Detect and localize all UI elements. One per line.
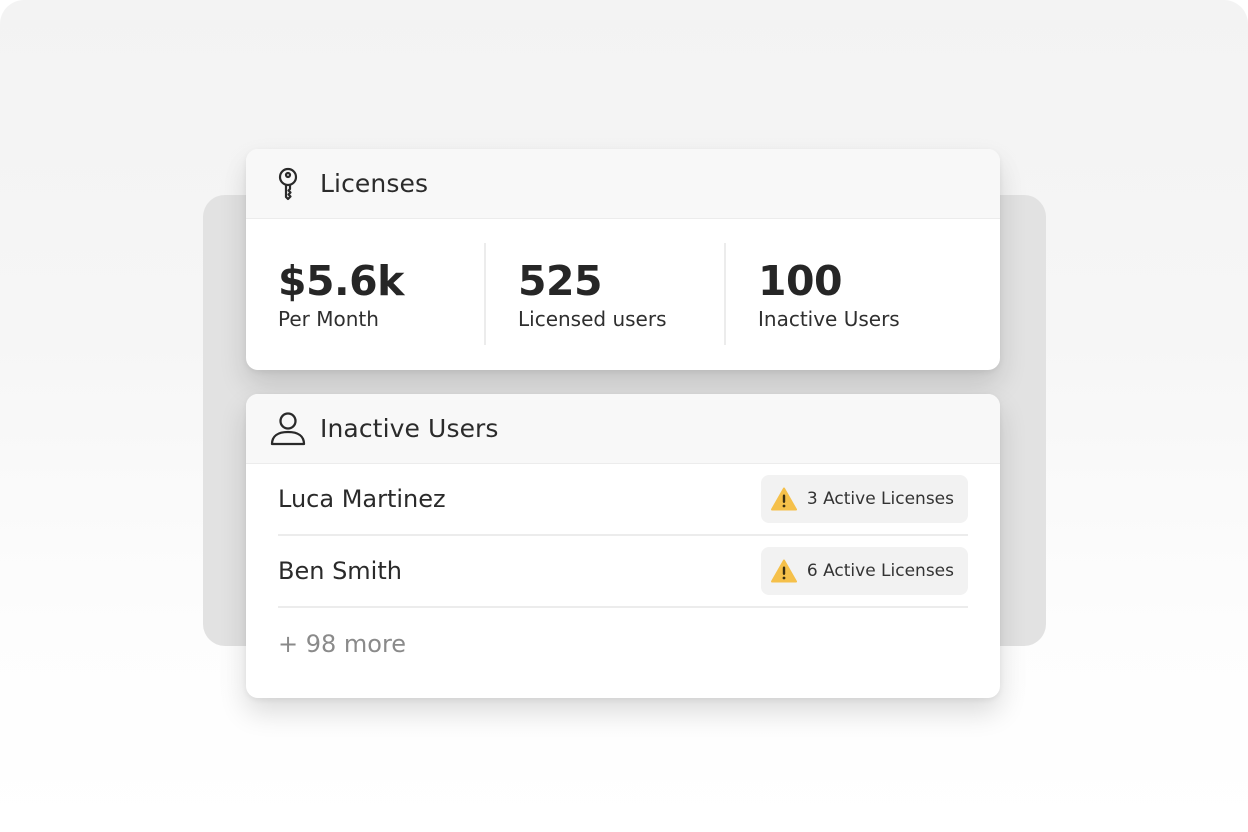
badge-text: 6 Active Licenses [806,561,954,581]
badge-text: 3 Active Licenses [806,489,954,509]
stat-licensed-users: 525 Licensed users [486,243,726,345]
user-name: Ben Smith [278,557,402,585]
active-licenses-badge[interactable]: 6 Active Licenses [760,547,968,595]
stat-label: Licensed users [518,307,667,331]
inactive-user-list: Luca Martinez 3 Active Licenses Ben Smit… [246,464,1000,680]
active-licenses-badge[interactable]: 3 Active Licenses [760,475,968,523]
user-icon [268,409,308,449]
license-stats: $5.6k Per Month 525 Licensed users 100 I… [246,219,1000,369]
stat-value: $5.6k [278,257,404,305]
licenses-card: Licenses $5.6k Per Month 525 Licensed us… [246,149,1000,370]
warning-icon [770,486,797,512]
stat-value: 525 [518,257,603,305]
stat-per-month: $5.6k Per Month [246,243,486,345]
inactive-users-card-header: Inactive Users [246,394,1000,464]
list-item[interactable]: Luca Martinez 3 Active Licenses [278,464,968,536]
licenses-title: Licenses [320,169,429,198]
list-item[interactable]: Ben Smith 6 Active Licenses [278,536,968,608]
stat-label: Per Month [278,307,379,331]
inactive-users-card: Inactive Users Luca Martinez 3 Active Li… [246,394,1000,698]
licenses-card-header: Licenses [246,149,1000,219]
stat-value: 100 [758,257,843,305]
user-name: Luca Martinez [278,485,446,513]
stat-label: Inactive Users [758,307,900,331]
warning-icon [770,558,797,584]
key-icon [268,164,308,204]
inactive-users-title: Inactive Users [320,414,499,443]
more-users-link[interactable]: + 98 more [278,608,968,680]
stat-inactive-users: 100 Inactive Users [726,243,966,345]
